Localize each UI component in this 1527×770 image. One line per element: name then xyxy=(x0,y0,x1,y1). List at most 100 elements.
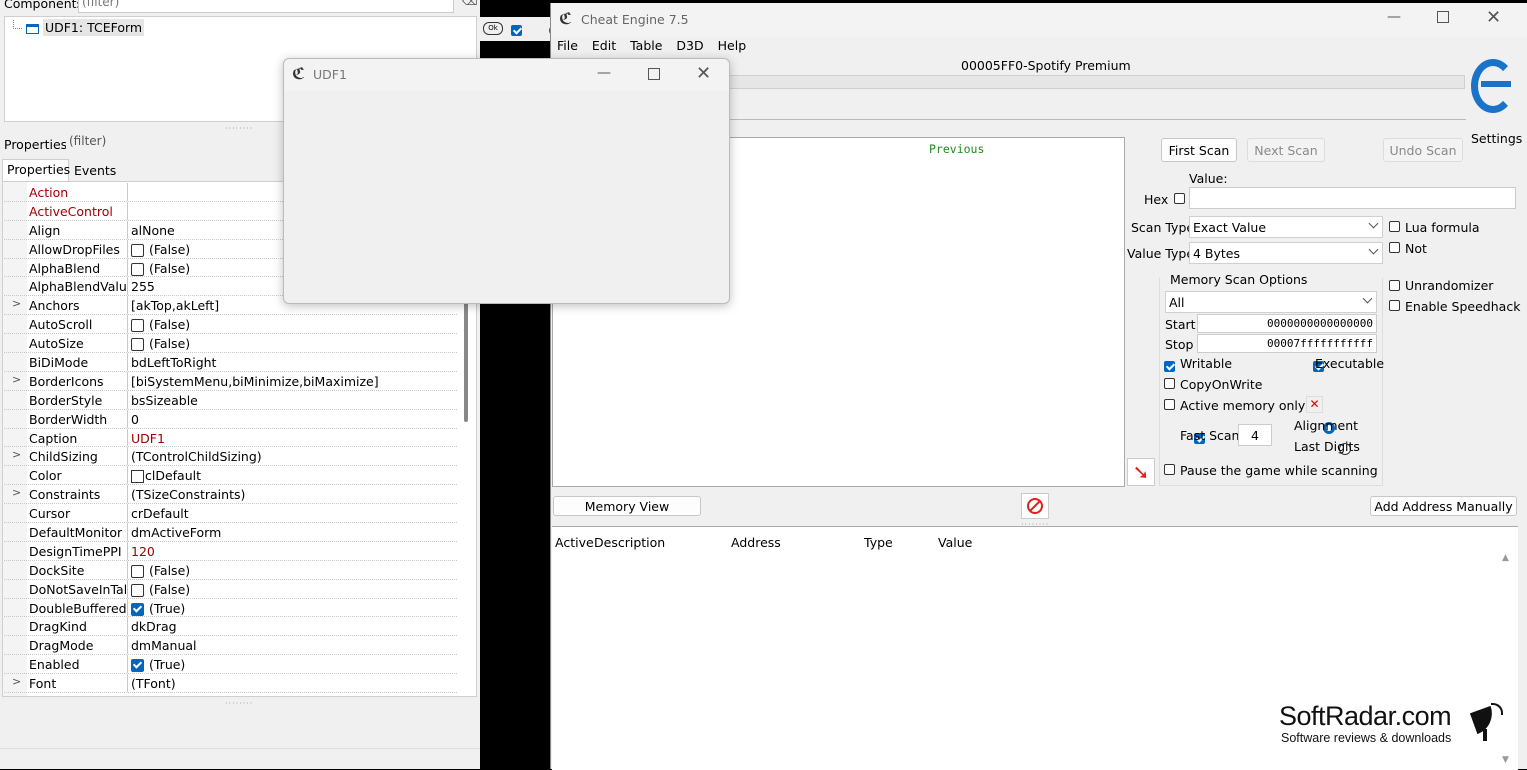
property-row[interactable]: DragMode dmManual xyxy=(4,636,457,656)
menu-edit[interactable]: Edit xyxy=(592,38,616,53)
column-address[interactable]: Address xyxy=(731,535,781,550)
property-row[interactable]: DockSite (False) xyxy=(4,560,457,580)
undo-scan-button[interactable]: Undo Scan xyxy=(1383,138,1463,162)
chevron-right-icon[interactable]: > xyxy=(12,675,21,688)
property-value[interactable]: UDF1 xyxy=(131,431,165,446)
property-row[interactable]: DoNotSaveInTabl (False) xyxy=(4,579,457,599)
components-filter-input[interactable]: (filter) xyxy=(78,0,454,13)
property-checkbox[interactable] xyxy=(131,338,144,352)
udf1-window[interactable]: ℭ UDF1 — ✕ xyxy=(283,58,730,304)
next-scan-button[interactable]: Next Scan xyxy=(1247,138,1325,162)
enable-speedhack-checkbox[interactable] xyxy=(1389,300,1400,311)
tab-properties[interactable]: Properties xyxy=(2,159,70,181)
property-row[interactable]: > ChildSizing (TControlChildSizing) xyxy=(4,447,457,467)
property-checkbox[interactable] xyxy=(131,659,144,673)
hex-checkbox[interactable] xyxy=(1174,193,1185,204)
not-checkbox[interactable] xyxy=(1389,242,1400,253)
property-row[interactable]: Enabled (True) xyxy=(4,655,457,675)
column-description[interactable]: Description xyxy=(594,535,665,550)
ce-settings-logo-icon[interactable] xyxy=(1469,57,1519,119)
maximize-icon[interactable] xyxy=(1437,11,1449,23)
property-value[interactable]: [biSystemMenu,biMinimize,biMaximize] xyxy=(131,374,379,389)
splitter-grip-bottom[interactable]: ········ xyxy=(225,699,253,708)
region-select[interactable]: All xyxy=(1165,291,1377,313)
settings-label[interactable]: Settings xyxy=(1471,131,1522,146)
property-row[interactable]: AutoScroll (False) xyxy=(4,315,457,335)
property-checkbox[interactable] xyxy=(131,564,144,578)
maximize-icon[interactable] xyxy=(648,68,660,80)
property-checkbox[interactable] xyxy=(131,583,144,597)
property-row[interactable]: BorderWidth 0 xyxy=(4,409,457,429)
menu-file[interactable]: File xyxy=(557,38,578,53)
property-row[interactable]: > Constraints (TSizeConstraints) xyxy=(4,485,457,505)
value-input[interactable] xyxy=(1189,187,1516,209)
property-value[interactable]: (False) xyxy=(131,563,190,578)
unrandomizer-checkbox[interactable] xyxy=(1389,280,1400,291)
property-value[interactable]: (False) xyxy=(131,582,190,597)
chevron-right-icon[interactable]: > xyxy=(12,486,21,499)
copy-on-write-checkbox[interactable] xyxy=(1164,378,1175,389)
property-value[interactable]: dkDrag xyxy=(131,619,177,634)
checkbox-icon[interactable] xyxy=(511,25,522,36)
property-checkbox[interactable] xyxy=(131,602,144,616)
property-value[interactable]: crDefault xyxy=(131,506,189,521)
menu-table[interactable]: Table xyxy=(630,38,662,53)
property-row[interactable]: Caption UDF1 xyxy=(4,428,457,448)
property-value[interactable]: 255 xyxy=(131,279,155,294)
chevron-right-icon[interactable]: > xyxy=(12,448,21,461)
first-scan-button[interactable]: First Scan xyxy=(1161,138,1237,162)
chevron-right-icon[interactable]: > xyxy=(12,373,21,386)
property-value[interactable]: bdLeftToRight xyxy=(131,355,216,370)
tree-item[interactable]: UDF1: TCEForm xyxy=(13,19,145,36)
pause-game-checkbox[interactable] xyxy=(1164,464,1175,475)
property-value[interactable]: (False) xyxy=(131,261,190,276)
property-row[interactable]: > BorderIcons [biSystemMenu,biMinimize,biM… xyxy=(4,371,457,391)
clear-filter-icon[interactable]: ⌫ xyxy=(462,0,478,8)
property-value[interactable]: (TSizeConstraints) xyxy=(131,487,245,502)
add-to-list-arrow-icon[interactable]: ➘ xyxy=(1127,458,1155,486)
results-header-previous[interactable]: Previous xyxy=(929,142,984,156)
fast-scan-input[interactable]: 4 xyxy=(1238,424,1272,446)
active-memory-only-checkbox[interactable] xyxy=(1164,399,1175,410)
chevron-right-icon[interactable]: > xyxy=(12,297,21,310)
property-value[interactable]: dmActiveForm xyxy=(131,525,221,540)
property-checkbox[interactable] xyxy=(131,319,144,333)
property-value[interactable]: clDefault xyxy=(131,468,201,484)
property-checkbox[interactable] xyxy=(131,243,144,257)
start-input[interactable]: 0000000000000000 xyxy=(1197,314,1377,333)
property-row[interactable]: > Font (TFont) xyxy=(4,674,457,694)
property-value[interactable]: (False) xyxy=(131,317,190,333)
scroll-down-icon[interactable]: ▼ xyxy=(1502,755,1509,765)
property-value[interactable]: (True) xyxy=(131,601,185,616)
property-value[interactable]: (TControlChildSizing) xyxy=(131,449,262,464)
property-row[interactable]: BorderStyle bsSizeable xyxy=(4,390,457,410)
add-address-manually-button[interactable]: Add Address Manually xyxy=(1370,496,1517,516)
property-row[interactable]: Cursor crDefault xyxy=(4,504,457,524)
property-value[interactable]: [akTop,akLeft] xyxy=(131,298,219,313)
x-mark-icon[interactable]: ✕ xyxy=(1306,396,1323,413)
property-row[interactable]: AutoSize (False) xyxy=(4,334,457,354)
property-row[interactable]: DesignTimePPI 120 xyxy=(4,541,457,561)
property-value[interactable]: bsSizeable xyxy=(131,393,198,408)
menu-d3d[interactable]: D3D xyxy=(676,38,703,53)
property-value[interactable]: (True) xyxy=(131,657,185,673)
property-row[interactable]: Color clDefault xyxy=(4,466,457,486)
property-row[interactable]: DoubleBuffered (True) xyxy=(4,598,457,618)
scrollbar-thumb[interactable] xyxy=(464,302,468,422)
ok-button-icon[interactable]: Ok xyxy=(483,22,503,35)
property-row[interactable]: DefaultMonitor dmActiveForm xyxy=(4,523,457,542)
column-value[interactable]: Value xyxy=(938,535,972,550)
writable-checkbox[interactable] xyxy=(1164,361,1175,372)
scroll-up-icon[interactable]: ▲ xyxy=(1502,553,1509,563)
property-value[interactable]: (TFont) xyxy=(131,676,176,691)
splitter-grip[interactable]: ········ xyxy=(225,124,253,133)
property-row[interactable]: BiDiMode bdLeftToRight xyxy=(4,353,457,372)
menu-help[interactable]: Help xyxy=(718,38,747,53)
property-value[interactable]: (False) xyxy=(131,242,190,257)
close-icon[interactable]: ✕ xyxy=(1486,7,1501,28)
property-value[interactable]: alNone xyxy=(131,223,175,238)
tab-events[interactable]: Events xyxy=(74,163,116,178)
stop-input[interactable]: 00007fffffffffff xyxy=(1197,334,1377,353)
property-value[interactable]: 120 xyxy=(131,544,155,559)
property-checkbox[interactable] xyxy=(131,262,144,276)
